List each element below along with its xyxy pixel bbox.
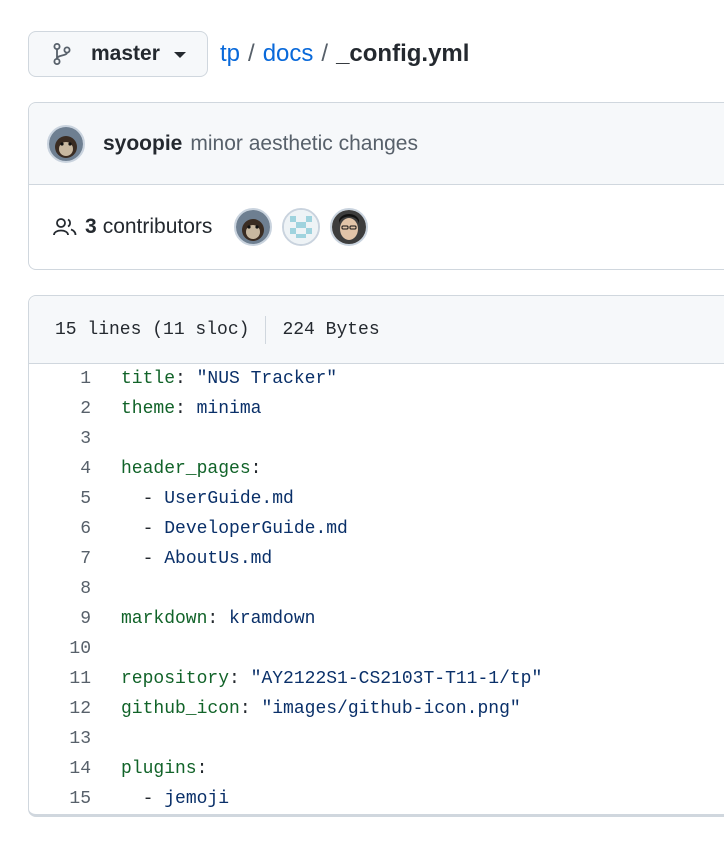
yaml-key: title (121, 369, 176, 389)
yaml-key: header_pages (121, 459, 251, 479)
yaml-value: UserGuide.md (164, 489, 294, 509)
line-content: header_pages: (121, 459, 261, 479)
yaml-key: theme (121, 399, 176, 419)
line-number[interactable]: 9 (29, 609, 91, 629)
line-number[interactable]: 5 (29, 489, 91, 509)
line-number[interactable]: 15 (29, 789, 91, 809)
line-content: markdown: kramdown (121, 609, 315, 629)
line-number[interactable]: 3 (29, 429, 91, 449)
code-line: 2 theme: minima (29, 394, 724, 424)
line-content: github_icon: "images/github-icon.png" (121, 699, 521, 719)
avatar[interactable] (282, 208, 321, 246)
commit-message-link[interactable]: minor aesthetic changes (190, 132, 418, 156)
yaml-key: github_icon (121, 699, 240, 719)
line-number[interactable]: 12 (29, 699, 91, 719)
yaml-key: markdown (121, 609, 208, 629)
branch-name: master (91, 42, 160, 65)
yaml-punctuation: : (239, 699, 262, 719)
contributor-avatars (234, 208, 369, 246)
code-line: 3 (29, 424, 724, 454)
line-content: - UserGuide.md (121, 489, 294, 509)
code-line: 10 (29, 634, 724, 664)
yaml-punctuation: : (175, 369, 197, 389)
line-number[interactable]: 4 (29, 459, 91, 479)
yaml-punctuation: - (121, 789, 165, 809)
people-icon (53, 214, 79, 240)
yaml-value: minima (196, 399, 262, 419)
avatar[interactable] (47, 124, 85, 163)
file-size: 224 Bytes (282, 319, 380, 340)
breadcrumb: tp / docs / _config.yml (220, 38, 469, 70)
yaml-punctuation: : (175, 399, 197, 419)
yaml-value: "AY2122S1-CS2103T-T11-1/tp" (250, 669, 543, 689)
commit-info-box: syoopie minor aesthetic changes 3 contri… (28, 102, 724, 270)
breadcrumb-separator: / (248, 40, 255, 67)
line-number[interactable]: 14 (29, 759, 91, 779)
code-line: 15 - jemoji (29, 784, 724, 814)
line-content: - DeveloperGuide.md (121, 519, 348, 539)
yaml-value: kramdown (229, 609, 316, 629)
yaml-punctuation: : (207, 609, 230, 629)
latest-commit-row: syoopie minor aesthetic changes (29, 103, 724, 185)
yaml-punctuation: - (121, 489, 165, 509)
avatar[interactable] (330, 208, 369, 246)
line-content: title: "NUS Tracker" (121, 369, 337, 389)
avatar[interactable] (234, 208, 273, 246)
code-line: 11 repository: "AY2122S1-CS2103T-T11-1/tp… (29, 664, 724, 694)
yaml-key: plugins (121, 759, 197, 779)
code-line: 8 (29, 574, 724, 604)
yaml-punctuation: : (250, 459, 262, 479)
yaml-key: repository (121, 669, 230, 689)
breadcrumb-file-name: _config.yml (336, 40, 470, 67)
line-number[interactable]: 10 (29, 639, 91, 659)
line-number[interactable]: 7 (29, 549, 91, 569)
yaml-value: jemoji (164, 789, 230, 809)
breadcrumb-repo-link[interactable]: tp (220, 40, 240, 68)
yaml-value: AboutUs.md (164, 549, 273, 569)
line-number[interactable]: 13 (29, 729, 91, 749)
contributors-row: 3 contributors (29, 185, 724, 269)
chevron-down-icon (173, 52, 186, 58)
code-line: 7 - AboutUs.md (29, 544, 724, 574)
code-line: 13 (29, 724, 724, 754)
line-content: - AboutUs.md (121, 549, 273, 569)
commit-author-link[interactable]: syoopie (103, 132, 182, 156)
line-content: plugins: (121, 759, 207, 779)
code-line: 14 plugins: (29, 754, 724, 784)
line-number[interactable]: 8 (29, 579, 91, 599)
contributors-label[interactable]: contributors (103, 215, 213, 239)
code-line: 12 github_icon: "images/github-icon.png" (29, 694, 724, 724)
yaml-value: DeveloperGuide.md (164, 519, 348, 539)
yaml-value: "NUS Tracker" (196, 369, 338, 389)
code-line: 5 - UserGuide.md (29, 484, 724, 514)
git-branch-icon (53, 42, 77, 66)
line-number[interactable]: 6 (29, 519, 91, 539)
line-content: repository: "AY2122S1-CS2103T-T11-1/tp" (121, 669, 542, 689)
code-line: 9 markdown: kramdown (29, 604, 724, 634)
file-info-header: 15 lines (11 sloc) 224 Bytes (29, 296, 724, 364)
yaml-punctuation: - (121, 519, 165, 539)
contributors-count[interactable]: 3 (85, 215, 97, 239)
divider (265, 315, 267, 344)
code-line: 6 - DeveloperGuide.md (29, 514, 724, 544)
yaml-punctuation: : (229, 669, 251, 689)
branch-select-button[interactable]: master (28, 31, 208, 77)
yaml-value: "images/github-icon.png" (261, 699, 521, 719)
breadcrumb-separator: / (321, 40, 329, 67)
breadcrumb-folder-link[interactable]: docs (263, 40, 314, 68)
code-line: 1 title: "NUS Tracker" (29, 364, 724, 394)
line-content: theme: minima (121, 399, 261, 419)
code-body: 1 title: "NUS Tracker" 2 theme: minima 3 4 hea… (29, 364, 724, 814)
file-line-count: 15 lines (11 sloc) (55, 319, 250, 340)
yaml-punctuation: : (196, 759, 208, 779)
line-number[interactable]: 2 (29, 399, 91, 419)
line-content: - jemoji (121, 789, 229, 809)
line-number[interactable]: 1 (29, 369, 91, 389)
yaml-punctuation: - (121, 549, 165, 569)
code-line: 4 header_pages: (29, 454, 724, 484)
file-viewer: 15 lines (11 sloc) 224 Bytes 1 title: "NU… (28, 295, 724, 817)
line-number[interactable]: 11 (29, 669, 91, 689)
